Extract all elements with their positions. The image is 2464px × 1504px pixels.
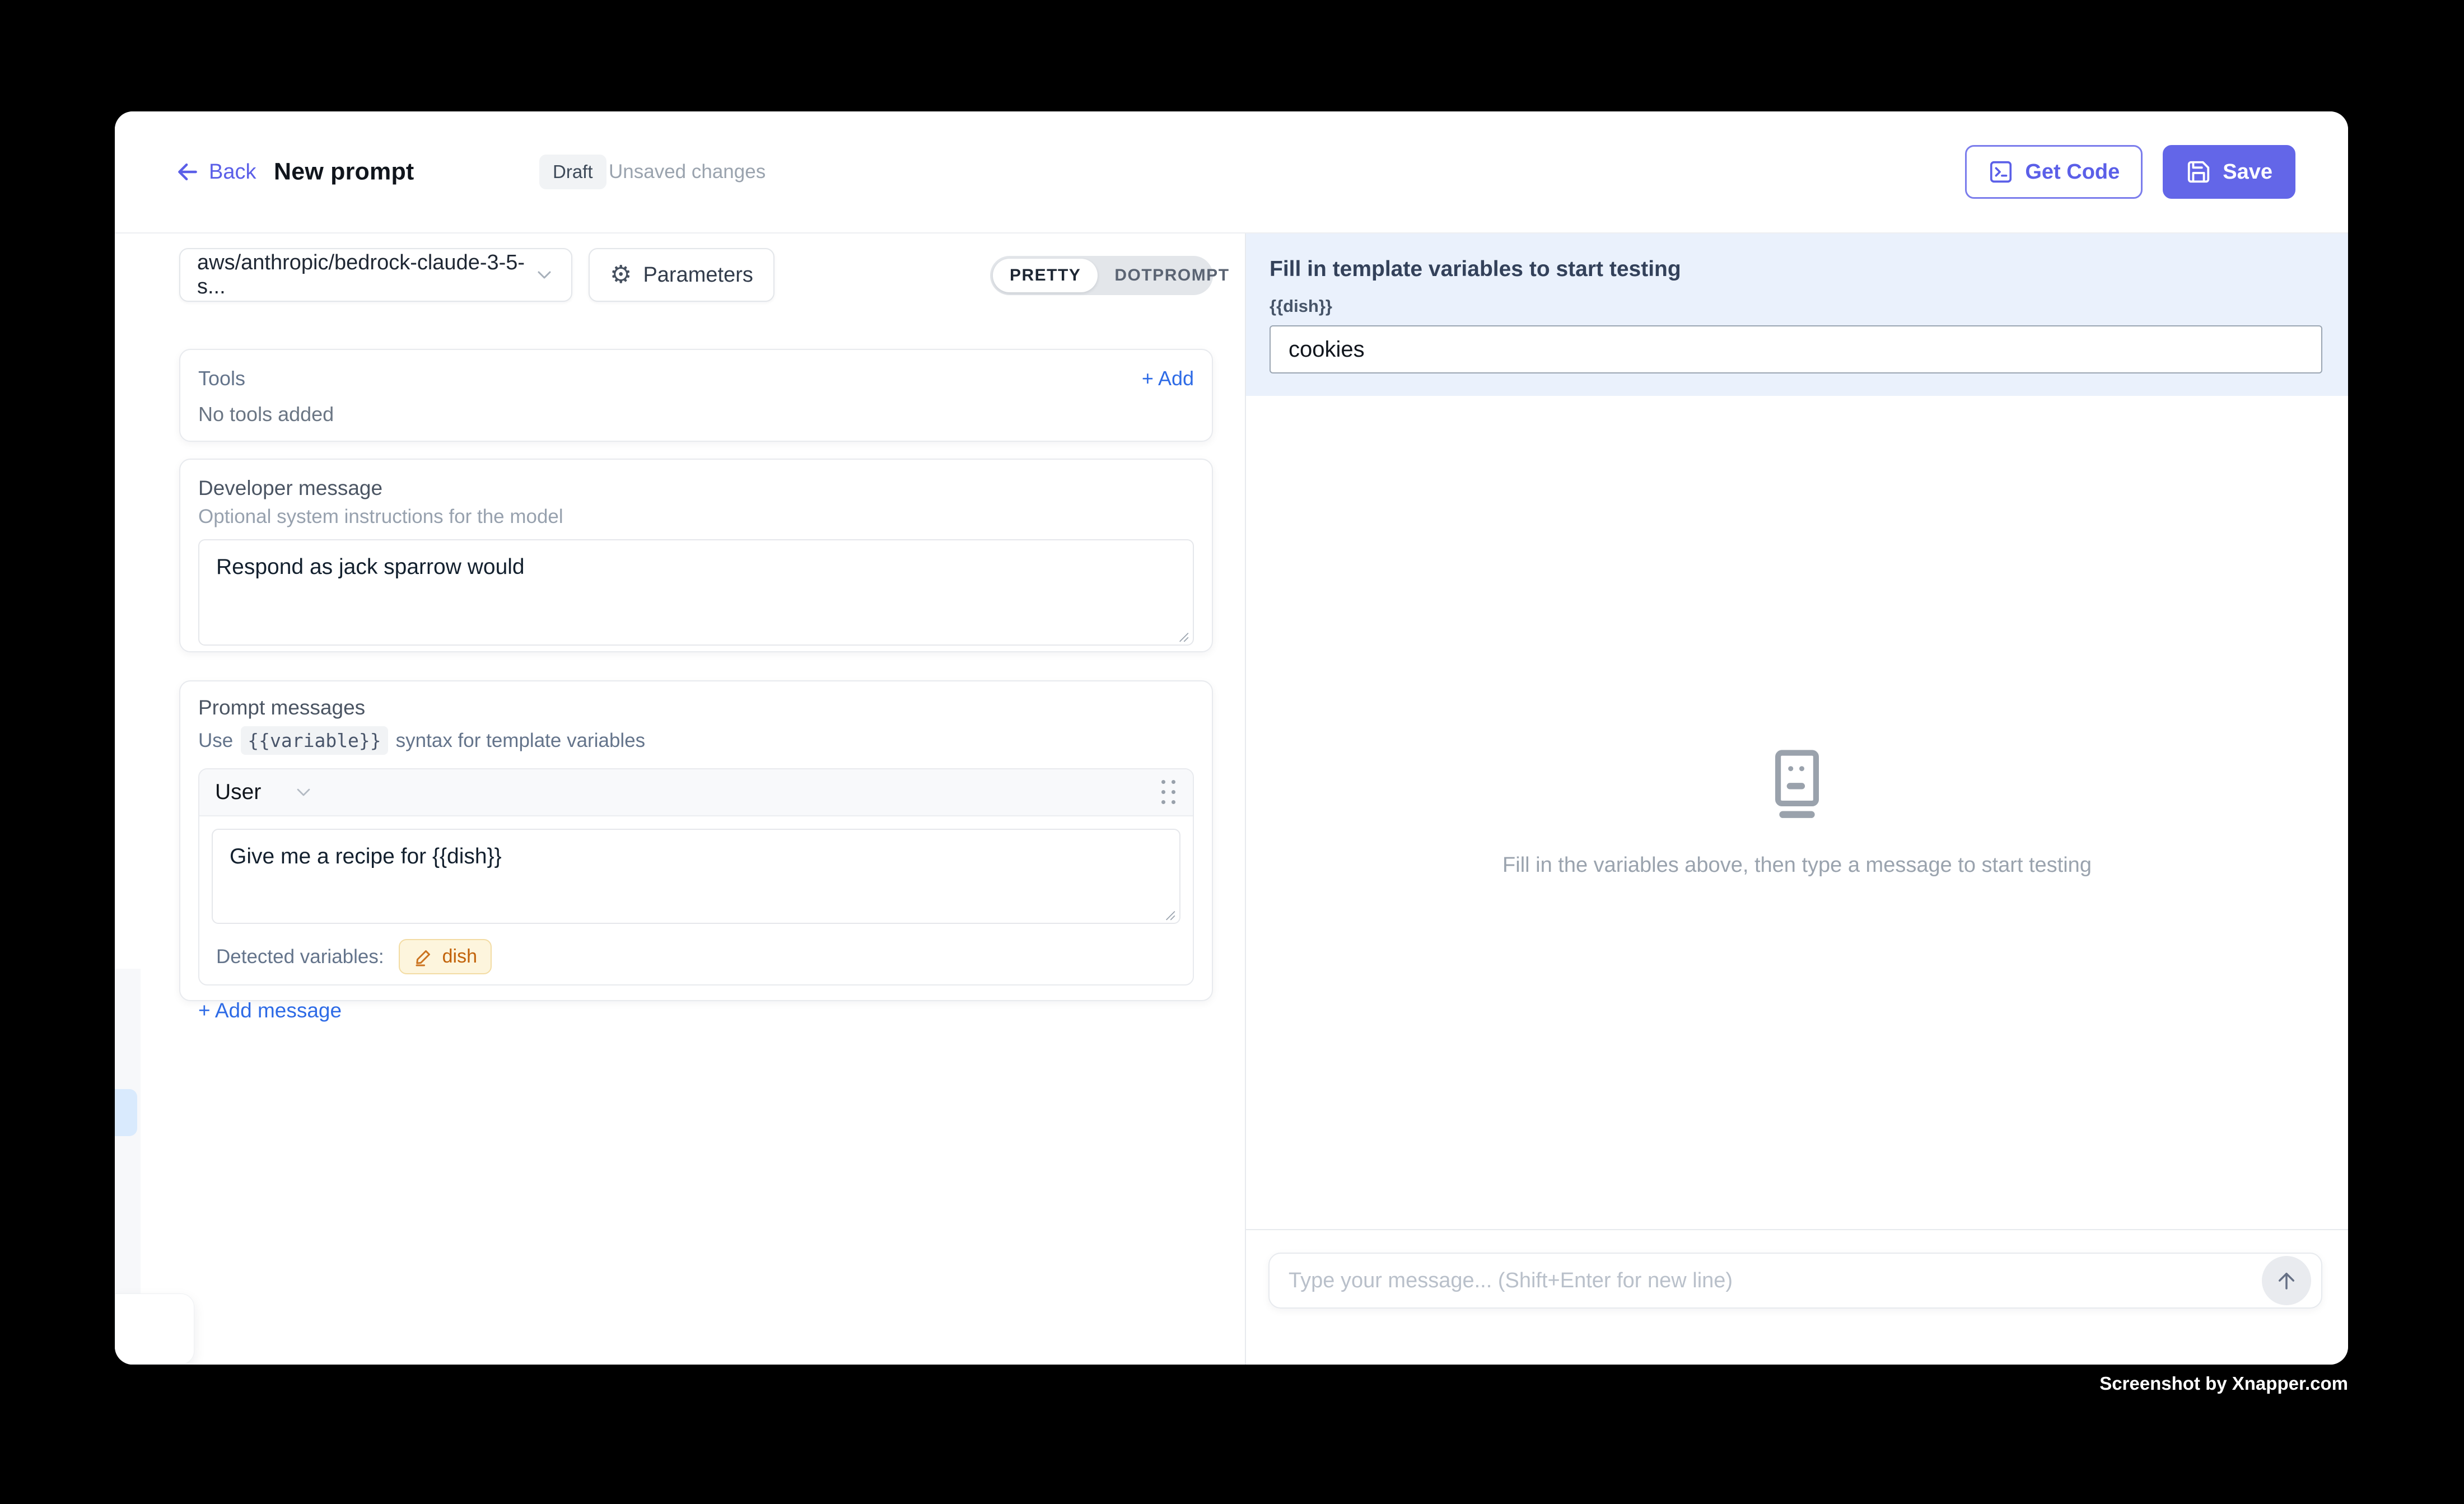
chevron-down-icon[interactable] [292,781,315,804]
save-button[interactable]: Save [2163,145,2295,199]
terminal-icon [1988,159,2014,185]
model-selector-value: aws/anthropic/bedrock-claude-3-5-s... [197,251,533,299]
message-content-textarea[interactable]: Give me a recipe for {{dish}} [212,829,1180,924]
message-role-select[interactable]: User [215,780,261,805]
prompt-messages-section: Prompt messages Use {{variable}} syntax … [179,680,1213,1001]
back-label: Back [209,160,256,184]
detected-variables-row: Detected variables: dish [212,939,1180,974]
header: Back New prompt Draft Unsaved changes Ge… [115,111,2348,233]
tools-empty-text: No tools added [198,403,1194,426]
hint-suffix: syntax for template variables [396,730,645,752]
variables-heading: Fill in template variables to start test… [1270,257,2322,282]
get-code-button[interactable]: Get Code [1965,145,2143,199]
variable-badge-label: dish [442,946,477,968]
variable-badge-dish[interactable]: dish [399,939,492,974]
variable-syntax-hint: Use {{variable}} syntax for template var… [198,726,1194,755]
get-code-label: Get Code [2025,160,2120,184]
tester-panel: Fill in template variables to start test… [1245,233,2348,1365]
background-sidebar-highlight [115,1089,137,1136]
developer-message-textarea[interactable]: Respond as jack sparrow would [198,539,1194,646]
up-arrow-icon [2275,1269,2298,1292]
drag-handle-icon[interactable] [1160,779,1177,806]
hint-prefix: Use [198,730,233,752]
send-message-button[interactable] [2262,1256,2311,1305]
background-floating-panel [115,1293,194,1365]
toggle-option-pretty[interactable]: PRETTY [993,259,1098,292]
detected-variables-label: Detected variables: [216,946,384,968]
tools-section: Tools + Add No tools added [179,349,1213,442]
page-title: New prompt [274,158,414,186]
bot-face-icon [1768,748,1826,821]
status-badge: Draft [539,155,606,189]
chat-message-input[interactable] [1268,1253,2322,1309]
message-header: User [199,769,1193,816]
variable-value-input[interactable] [1270,325,2322,373]
header-actions: Get Code Save [1965,145,2295,199]
edit-pencil-icon [413,947,433,967]
message-block: User Give me a recipe for {{dish}} [198,768,1194,985]
tools-title: Tools [198,367,245,390]
back-arrow-icon [175,160,200,184]
add-tool-button[interactable]: + Add [1142,367,1194,390]
view-mode-toggle[interactable]: PRETTY DOTPROMPT [990,256,1213,295]
watermark-text: Screenshot by Xnapper.com [2099,1373,2348,1394]
prompt-editor-panel: aws/anthropic/bedrock-claude-3-5-s... ⚙ … [115,233,1245,1365]
toggle-option-dotprompt[interactable]: DOTPROMPT [1098,259,1246,292]
template-variables-section: Fill in template variables to start test… [1246,233,2348,396]
developer-message-subtitle: Optional system instructions for the mod… [198,506,1194,528]
back-button[interactable]: Back [175,160,256,184]
prompt-messages-title: Prompt messages [198,696,1194,720]
message-body: Give me a recipe for {{dish}} Detected v… [199,816,1193,984]
chevron-down-icon [533,264,556,286]
parameters-button[interactable]: ⚙ Parameters [589,248,774,302]
developer-message-section: Developer message Optional system instru… [179,459,1213,652]
chat-composer [1246,1229,2348,1365]
save-label: Save [2223,160,2272,184]
unsaved-changes-text: Unsaved changes [609,161,766,183]
add-message-button[interactable]: + Add message [198,999,1194,1022]
chat-empty-text: Fill in the variables above, then type a… [1502,853,2092,877]
variable-name-label: {{dish}} [1270,296,2322,316]
gear-icon: ⚙ [610,263,632,287]
model-selector[interactable]: aws/anthropic/bedrock-claude-3-5-s... [179,248,572,302]
app-window: Back New prompt Draft Unsaved changes Ge… [115,111,2348,1365]
parameters-label: Parameters [643,263,753,287]
screenshot-stage: Back New prompt Draft Unsaved changes Ge… [0,0,2464,1504]
developer-message-title: Developer message [198,477,1194,500]
chat-empty-area: Fill in the variables above, then type a… [1246,396,2348,1229]
variable-code-chip: {{variable}} [241,726,388,755]
save-floppy-icon [2186,159,2211,185]
